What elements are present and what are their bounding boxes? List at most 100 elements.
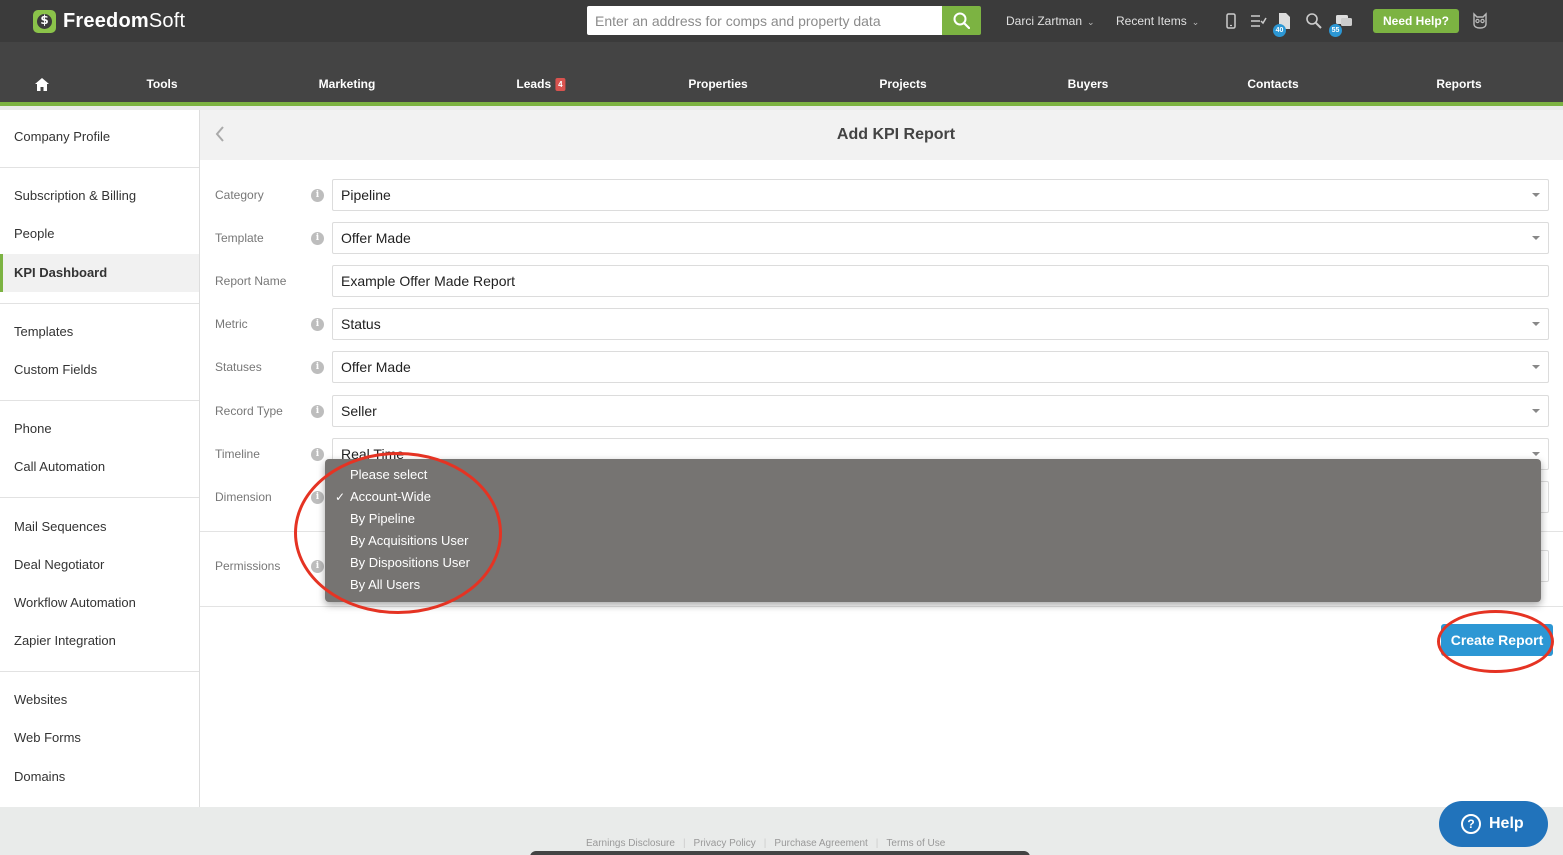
statuses-label: Statuses bbox=[215, 360, 262, 374]
category-select[interactable]: Pipeline bbox=[332, 179, 1549, 211]
leads-count-badge: 4 bbox=[555, 78, 566, 91]
sidebar-item-templates[interactable]: Templates bbox=[0, 313, 199, 351]
sidebar-item-subscription-billing[interactable]: Subscription & Billing bbox=[0, 177, 199, 215]
nav-reports[interactable]: Reports bbox=[1436, 77, 1481, 91]
nav-leads[interactable]: Leads 4 bbox=[516, 77, 566, 91]
page-title: Add KPI Report bbox=[836, 126, 956, 143]
search-icon bbox=[953, 12, 970, 29]
annotation-circle-create-button bbox=[1437, 610, 1554, 673]
sidebar-item-web-forms[interactable]: Web Forms bbox=[0, 719, 199, 757]
dimension-option-by-dispositions-user[interactable]: By Dispositions User bbox=[325, 552, 1541, 574]
metric-value: Status bbox=[341, 316, 381, 332]
nav-properties[interactable]: Properties bbox=[688, 77, 747, 91]
sidebar-item-people[interactable]: People bbox=[0, 215, 199, 253]
sidebar-item-domains[interactable]: Domains bbox=[0, 758, 199, 796]
task-list-icon[interactable] bbox=[1249, 12, 1267, 30]
sidebar-item-company-profile[interactable]: Company Profile bbox=[0, 118, 199, 156]
mobile-phone-icon[interactable] bbox=[1222, 12, 1240, 30]
caret-down-icon bbox=[1532, 322, 1540, 326]
info-icon[interactable]: i bbox=[311, 361, 324, 374]
sidebar-item-deal-negotiator[interactable]: Deal Negotiator bbox=[0, 546, 199, 584]
statuses-value: Offer Made bbox=[341, 359, 411, 375]
timeline-label: Timeline bbox=[215, 447, 260, 461]
chevron-down-icon: ⌄ bbox=[1191, 17, 1200, 27]
template-label: Template bbox=[215, 231, 264, 245]
record-type-label: Record Type bbox=[215, 404, 283, 418]
info-icon[interactable]: i bbox=[311, 448, 324, 461]
nav-buyers[interactable]: Buyers bbox=[1068, 77, 1109, 91]
sidebar-item-kpi-dashboard[interactable]: KPI Dashboard bbox=[0, 254, 199, 292]
nav-tools[interactable]: Tools bbox=[146, 77, 177, 91]
record-type-select[interactable]: Seller bbox=[332, 395, 1549, 427]
magnify-person-icon[interactable] bbox=[1305, 12, 1323, 30]
floating-help-button[interactable]: ? Help bbox=[1439, 801, 1548, 847]
sidebar-divider bbox=[0, 671, 199, 672]
footer-link-earnings[interactable]: Earnings Disclosure bbox=[586, 838, 675, 849]
dimension-option-by-acquisitions-user[interactable]: By Acquisitions User bbox=[325, 530, 1541, 552]
caret-down-icon bbox=[1532, 365, 1540, 369]
dimension-label: Dimension bbox=[215, 490, 272, 504]
metric-label: Metric bbox=[215, 317, 248, 331]
metric-select[interactable]: Status bbox=[332, 308, 1549, 340]
dimension-option-by-all-users[interactable]: By All Users bbox=[325, 574, 1541, 596]
annotation-circle-dropdown bbox=[294, 452, 502, 614]
nav-contacts[interactable]: Contacts bbox=[1247, 77, 1298, 91]
permissions-label: Permissions bbox=[215, 559, 281, 573]
dimension-option-please-select[interactable]: Please select bbox=[325, 464, 1541, 486]
settings-sidebar: Company Profile Subscription & Billing P… bbox=[0, 110, 200, 807]
info-icon[interactable]: i bbox=[311, 318, 324, 331]
documents-count-badge: 40 bbox=[1273, 24, 1286, 37]
caret-down-icon bbox=[1532, 452, 1540, 456]
nav-marketing[interactable]: Marketing bbox=[319, 77, 376, 91]
template-select[interactable]: Offer Made bbox=[332, 222, 1549, 254]
footer: Earnings Disclosure | Privacy Policy | Purch… bbox=[0, 807, 1563, 855]
need-help-button[interactable]: Need Help? bbox=[1373, 9, 1459, 33]
dimension-option-account-wide[interactable]: ✓ Account-Wide bbox=[325, 486, 1541, 508]
sidebar-divider bbox=[0, 400, 199, 401]
search-button[interactable] bbox=[942, 6, 981, 35]
logo[interactable]: $ FreedomSoft bbox=[33, 9, 185, 33]
sidebar-item-zapier-integration[interactable]: Zapier Integration bbox=[0, 622, 199, 660]
dimension-option-by-pipeline[interactable]: By Pipeline bbox=[325, 508, 1541, 530]
caret-down-icon bbox=[1532, 236, 1540, 240]
logo-text: FreedomSoft bbox=[63, 9, 186, 32]
chevron-down-icon: ⌄ bbox=[1087, 17, 1095, 27]
caret-down-icon bbox=[1532, 409, 1540, 413]
info-icon[interactable]: i bbox=[311, 405, 324, 418]
footer-link-privacy[interactable]: Privacy Policy bbox=[694, 838, 756, 849]
sidebar-divider bbox=[0, 497, 199, 498]
sidebar-item-phone[interactable]: Phone bbox=[0, 410, 199, 448]
panel-header: Add KPI Report bbox=[200, 110, 1563, 160]
sidebar-item-workflow-automation[interactable]: Workflow Automation bbox=[0, 584, 199, 622]
home-icon[interactable] bbox=[35, 78, 49, 91]
statuses-select[interactable]: Offer Made bbox=[332, 351, 1549, 383]
record-type-value: Seller bbox=[341, 403, 377, 419]
address-search-input[interactable] bbox=[587, 6, 942, 35]
footer-link-terms[interactable]: Terms of Use bbox=[886, 838, 945, 849]
dimension-dropdown-menu: Please select ✓ Account-Wide By Pipeline … bbox=[325, 459, 1541, 602]
report-name-input[interactable]: Example Offer Made Report bbox=[332, 265, 1549, 297]
sidebar-item-custom-fields[interactable]: Custom Fields bbox=[0, 351, 199, 389]
sidebar-divider bbox=[0, 303, 199, 304]
owl-icon[interactable] bbox=[1471, 12, 1489, 30]
info-icon[interactable]: i bbox=[311, 189, 324, 202]
user-menu[interactable]: Darci Zartman ⌄ bbox=[1006, 14, 1095, 28]
nav-leads-label: Leads bbox=[516, 77, 552, 91]
messages-count-badge: 55 bbox=[1329, 24, 1342, 37]
nav-projects[interactable]: Projects bbox=[879, 77, 926, 91]
caret-down-icon bbox=[1532, 193, 1540, 197]
footer-link-purchase[interactable]: Purchase Agreement bbox=[774, 838, 867, 849]
sidebar-item-call-automation[interactable]: Call Automation bbox=[0, 448, 199, 486]
question-icon: ? bbox=[1461, 814, 1481, 834]
help-label: Help bbox=[1489, 815, 1524, 832]
report-name-label: Report Name bbox=[215, 274, 287, 288]
sidebar-item-mail-sequences[interactable]: Mail Sequences bbox=[0, 508, 199, 546]
category-value: Pipeline bbox=[341, 187, 391, 203]
recent-items-menu[interactable]: Recent Items ⌄ bbox=[1116, 14, 1199, 28]
footer-bar bbox=[530, 851, 1030, 855]
info-icon[interactable]: i bbox=[311, 232, 324, 245]
sidebar-item-websites[interactable]: Websites bbox=[0, 681, 199, 719]
sidebar-divider bbox=[0, 167, 199, 168]
logo-icon: $ bbox=[33, 9, 56, 33]
footer-links: Earnings Disclosure | Privacy Policy | Purch… bbox=[586, 838, 946, 849]
